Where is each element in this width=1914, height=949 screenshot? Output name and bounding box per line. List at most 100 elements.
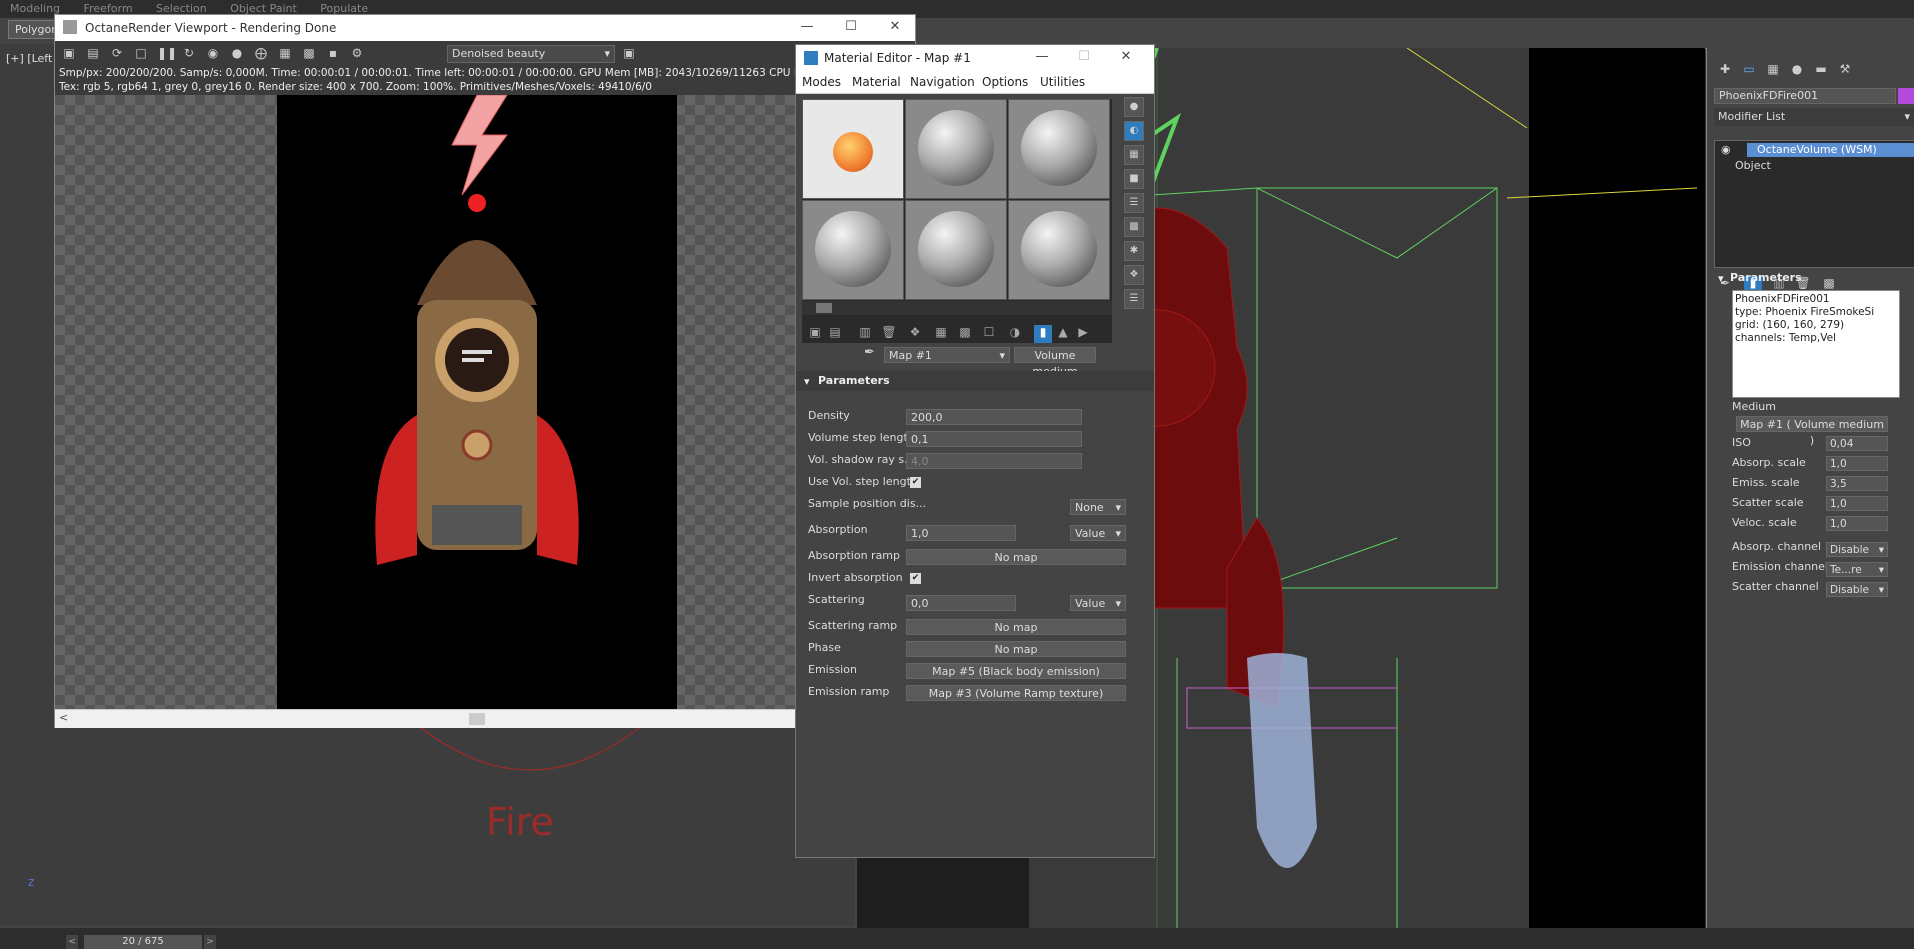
volume-step-spinner[interactable]: 0,1 (906, 431, 1082, 447)
absorption-mode-select[interactable]: Value ▾ (1070, 525, 1126, 541)
emission-button[interactable]: Map #5 (Black body emission) (906, 663, 1126, 679)
absorp-channel-select[interactable]: Disable ▾ (1826, 542, 1888, 557)
eyedropper-icon[interactable]: ✒ (864, 345, 875, 360)
display-tab-icon[interactable]: ▬ (1812, 62, 1830, 80)
modifier-list-select[interactable]: Modifier List ▾ (1714, 108, 1914, 126)
density-spinner[interactable]: 200,0 (906, 409, 1082, 425)
pause-icon[interactable]: ❚❚ (157, 45, 177, 61)
sample-slot-3[interactable] (1008, 99, 1110, 199)
lock-icon[interactable]: □ (133, 45, 149, 61)
create-tab-icon[interactable]: ✚ (1716, 62, 1734, 80)
make-preview-icon[interactable]: ▩ (1124, 217, 1144, 237)
veloc-scale-spinner[interactable]: 1,0 (1826, 516, 1888, 531)
gear-icon[interactable]: ⚙ (349, 45, 365, 61)
scroll-thumb[interactable] (469, 713, 485, 725)
iso-spinner[interactable]: 0,04 (1826, 436, 1888, 451)
copy-render-icon[interactable]: ▤ (85, 45, 101, 61)
material-navigator-icon[interactable]: ☰ (1124, 289, 1144, 309)
absorption-spinner[interactable]: 1,0 (906, 525, 1016, 541)
absorp-scale-spinner[interactable]: 1,0 (1826, 456, 1888, 471)
invert-absorption-checkbox[interactable]: ✔ (910, 573, 921, 584)
emiss-scale-spinner[interactable]: 3,5 (1826, 476, 1888, 491)
medium-map-button[interactable]: Map #1 ( Volume medium ) (1736, 416, 1888, 447)
refresh-icon[interactable]: ↻ (181, 45, 197, 61)
go-forward-icon[interactable]: ▶ (1074, 325, 1092, 343)
show-shaded-icon[interactable]: ◑ (1006, 325, 1024, 343)
scroll-left-arrow[interactable]: < (59, 711, 68, 724)
copy-material-icon[interactable]: ❖ (906, 325, 924, 343)
sample-position-select[interactable]: None ▾ (1070, 499, 1126, 515)
delete-icon[interactable]: 🗑 (880, 325, 898, 343)
slots-scroll-thumb[interactable] (816, 303, 832, 313)
get-material-icon[interactable]: ▣ (806, 325, 824, 343)
slots-scrollbar[interactable] (802, 301, 1112, 315)
utilities-tab-icon[interactable]: ⚒ (1836, 62, 1854, 80)
object-name-field[interactable]: PhoenixFDFire001 (1714, 88, 1896, 104)
film-icon[interactable]: ▦ (277, 45, 293, 61)
color-picker-icon[interactable]: ● (229, 45, 245, 61)
shadow-ray-spinner[interactable]: 4,0 (906, 453, 1082, 469)
material-icon[interactable]: ▪ (325, 45, 341, 61)
put-to-library-icon[interactable]: ▩ (956, 325, 974, 343)
scattering-ramp-button[interactable]: No map (906, 619, 1126, 635)
sample-slot-1[interactable] (802, 99, 904, 199)
timeline-frame-slider[interactable]: 20 / 675 (84, 935, 202, 949)
timeline-next-button[interactable]: > (204, 935, 216, 949)
focus-icon[interactable]: ◉ (205, 45, 221, 61)
go-to-parent-icon[interactable]: ▲ (1054, 325, 1072, 343)
close-button[interactable]: ✕ (875, 19, 915, 34)
put-to-scene-icon[interactable]: ▤ (826, 325, 844, 343)
options-icon[interactable]: ✱ (1124, 241, 1144, 261)
unique-icon[interactable]: ▦ (932, 325, 950, 343)
parameters-rollout-header[interactable]: ▾ Parameters (1712, 270, 1914, 288)
sample-slot-6[interactable] (1008, 200, 1110, 300)
scatter-channel-select[interactable]: Disable ▾ (1826, 582, 1888, 597)
absorption-ramp-button[interactable]: No map (906, 549, 1126, 565)
sample-slot-5[interactable] (905, 200, 1007, 300)
expand-icon[interactable]: ▣ (621, 45, 637, 61)
motion-tab-icon[interactable]: ● (1788, 62, 1806, 80)
viewport-label[interactable]: [+] [Left (6, 52, 52, 65)
object-color-swatch[interactable] (1898, 88, 1914, 104)
map-name-field[interactable]: Map #1 ▾ (884, 347, 1010, 363)
region-icon[interactable]: ⨁ (253, 45, 269, 61)
use-step-checkbox[interactable]: ✔ (910, 477, 921, 488)
emission-channel-select[interactable]: Te...re ▾ (1826, 562, 1888, 577)
map-type-button[interactable]: Volume medium (1014, 347, 1096, 378)
scattering-mode-select[interactable]: Value ▾ (1070, 595, 1126, 611)
menu-options[interactable]: Options (982, 75, 1028, 89)
modifier-stack-item[interactable]: Object (1735, 159, 1771, 172)
render-pass-select[interactable]: Denoised beauty ▾ (447, 45, 615, 63)
menu-modes[interactable]: Modes (802, 75, 841, 89)
scatter-scale-spinner[interactable]: 1,0 (1826, 496, 1888, 511)
maximize-button[interactable]: ☐ (831, 19, 871, 34)
video-color-icon[interactable]: ☰ (1124, 193, 1144, 213)
restart-render-icon[interactable]: ⟳ (109, 45, 125, 61)
background-icon[interactable]: ▦ (1124, 145, 1144, 165)
horizontal-scrollbar[interactable]: < (55, 709, 915, 728)
phase-button[interactable]: No map (906, 641, 1126, 657)
sample-slot-4[interactable] (802, 200, 904, 300)
assign-material-icon[interactable]: ▥ (856, 325, 874, 343)
show-end-result-icon[interactable]: ▮ (1034, 325, 1052, 343)
me-minimize-button[interactable]: — (1022, 49, 1062, 64)
menu-navigation[interactable]: Navigation (910, 75, 975, 89)
scattering-spinner[interactable]: 0,0 (906, 595, 1016, 611)
save-render-icon[interactable]: ▣ (61, 45, 77, 61)
camera-icon[interactable]: ▩ (301, 45, 317, 61)
me-maximize-button[interactable]: ☐ (1064, 49, 1104, 64)
minimize-button[interactable]: — (787, 19, 827, 34)
uv-tiling-icon[interactable]: ■ (1124, 169, 1144, 189)
emission-ramp-button[interactable]: Map #3 (Volume Ramp texture) (906, 685, 1126, 701)
modify-tab-icon[interactable]: ▭ (1740, 62, 1758, 80)
material-id-icon[interactable]: ☐ (980, 325, 998, 343)
me-close-button[interactable]: ✕ (1106, 49, 1146, 64)
eye-icon[interactable]: ◉ (1721, 143, 1731, 156)
select-by-material-icon[interactable]: ❖ (1124, 265, 1144, 285)
hierarchy-tab-icon[interactable]: ▦ (1764, 62, 1782, 80)
modifier-stack-item[interactable]: OctaneVolume (WSM) (1747, 143, 1914, 157)
sample-slot-2[interactable] (905, 99, 1007, 199)
backlight-icon[interactable]: ◐ (1124, 121, 1144, 141)
sample-type-icon[interactable]: ● (1124, 97, 1144, 117)
menu-material[interactable]: Material (852, 75, 901, 89)
